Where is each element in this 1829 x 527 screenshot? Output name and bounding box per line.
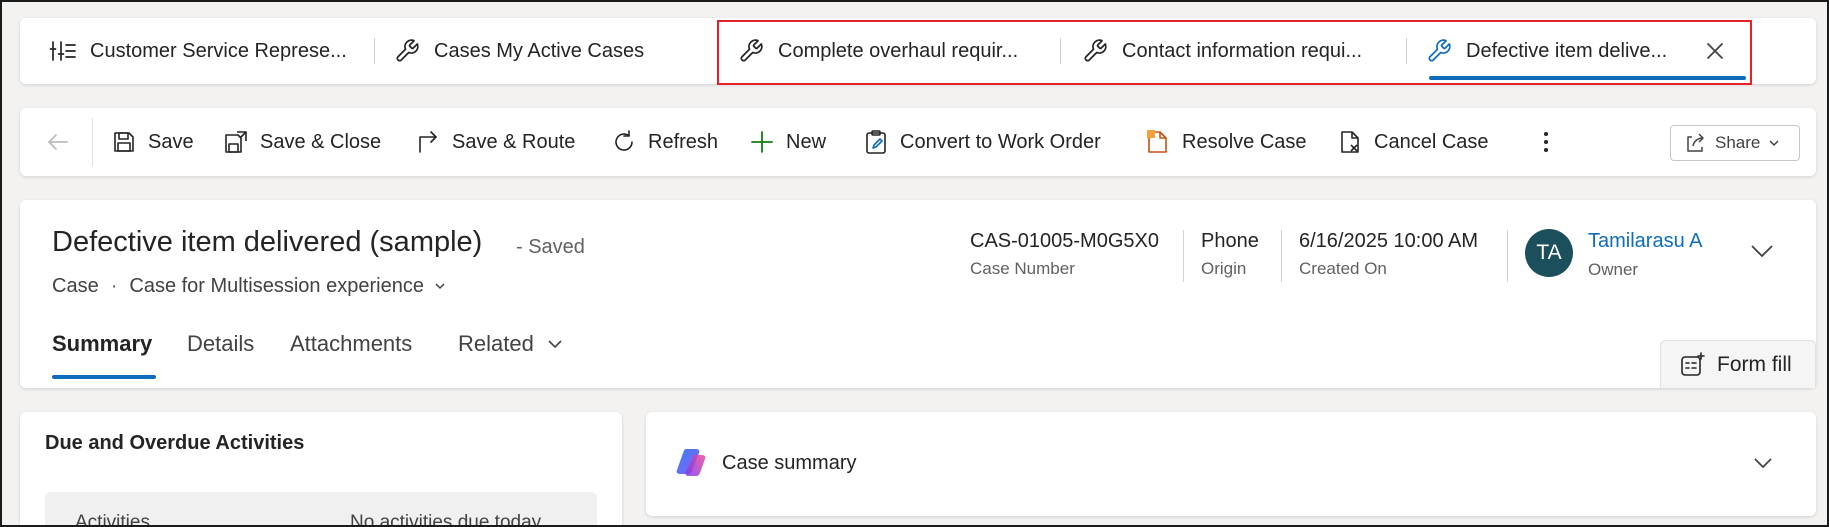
new-label: New <box>786 130 827 153</box>
save-status: - Saved <box>516 236 585 258</box>
origin-field: Phone Origin <box>1201 230 1259 278</box>
dashboard-icon <box>48 36 78 66</box>
wrench-icon <box>392 36 422 66</box>
save-close-label: Save & Close <box>260 130 382 153</box>
session-tab-contact-info[interactable]: Contact information requi... <box>1080 18 1362 84</box>
separator-dot: · <box>110 274 118 297</box>
resolve-case-button[interactable]: Resolve Case <box>1144 108 1307 176</box>
cancel-label: Cancel Case <box>1374 130 1489 153</box>
session-tab-label: Contact information requi... <box>1122 39 1363 62</box>
header-divider <box>1183 230 1184 282</box>
save-route-button[interactable]: Save & Route <box>414 108 575 176</box>
tab-related[interactable]: Related <box>458 326 566 362</box>
share-button[interactable]: Share <box>1670 125 1800 161</box>
panel-title: Due and Overdue Activities <box>45 432 305 454</box>
form-fill-label: Form fill <box>1717 352 1792 376</box>
resolve-label: Resolve Case <box>1182 130 1307 153</box>
session-tab-label: Customer Service Represe... <box>90 39 347 62</box>
chevron-down-icon[interactable] <box>1745 234 1779 268</box>
record-subtitle: Case · Case for Multisession experience <box>52 272 448 300</box>
form-selector[interactable]: Case for Multisession experience <box>129 275 424 298</box>
resolve-icon <box>1144 128 1172 156</box>
form-fill-button[interactable]: Form fill <box>1660 340 1816 388</box>
header-divider <box>1281 230 1282 282</box>
more-vertical-icon <box>1532 128 1560 156</box>
entity-name: Case <box>52 274 99 297</box>
chevron-down-icon[interactable] <box>432 278 448 294</box>
tab-summary[interactable]: Summary <box>52 326 152 362</box>
session-tab-defective-item[interactable]: Defective item delive... <box>1424 18 1667 84</box>
more-commands-button[interactable] <box>1532 108 1570 176</box>
chevron-down-icon[interactable] <box>1748 448 1778 478</box>
active-tab-indicator <box>1429 76 1746 80</box>
share-label: Share <box>1715 133 1761 152</box>
due-activities-panel: Due and Overdue Activities Activities No… <box>20 412 622 527</box>
save-label: Save <box>148 130 194 153</box>
route-icon <box>414 128 442 156</box>
copilot-icon <box>674 446 708 480</box>
tab-divider <box>1406 38 1407 64</box>
document-cancel-icon <box>1336 128 1364 156</box>
avatar: TA <box>1525 229 1573 277</box>
chevron-down-icon <box>1766 135 1782 151</box>
close-tab-icon[interactable] <box>1700 36 1730 66</box>
session-tab-dashboard[interactable]: Customer Service Represe... <box>48 18 347 84</box>
cancel-case-button[interactable]: Cancel Case <box>1336 108 1489 176</box>
command-divider <box>92 118 93 166</box>
wrench-icon <box>736 36 766 66</box>
clipboard-edit-icon <box>862 128 890 156</box>
case-number-field: CAS-01005-M0G5X0 Case Number <box>970 230 1159 278</box>
convert-label: Convert to Work Order <box>900 130 1101 153</box>
session-tab-label: Cases My Active Cases <box>434 39 645 62</box>
new-button[interactable]: New <box>748 108 826 176</box>
convert-work-order-button[interactable]: Convert to Work Order <box>862 108 1101 176</box>
save-button[interactable]: Save <box>110 108 194 176</box>
chevron-down-icon <box>544 333 566 355</box>
save-close-button[interactable]: Save & Close <box>222 108 381 176</box>
tab-divider <box>1060 38 1061 64</box>
record-header: Defective item delivered (sample) - Save… <box>20 200 1816 388</box>
form-fill-icon <box>1679 351 1707 379</box>
activities-row: Activities No activities due today <box>45 492 597 527</box>
header-divider <box>1507 230 1508 282</box>
plus-icon <box>748 128 776 156</box>
owner-label: Owner <box>1588 260 1639 279</box>
share-icon <box>1683 131 1707 155</box>
back-button[interactable] <box>44 108 82 176</box>
session-tab-label: Defective item delive... <box>1466 39 1668 62</box>
active-tab-indicator <box>52 375 156 379</box>
command-bar: Save Save & Close Save & Route Refresh N… <box>20 108 1816 176</box>
owner-link[interactable]: Tamilarasu A <box>1588 230 1703 253</box>
created-on-field: 6/16/2025 10:00 AM Created On <box>1299 230 1479 278</box>
session-tab-bar: Customer Service Represe... Cases My Act… <box>20 18 1816 84</box>
panel-title: Case summary <box>722 452 857 474</box>
activities-label: Activities <box>75 512 150 527</box>
tab-related-label: Related <box>458 331 534 356</box>
case-summary-panel[interactable]: Case summary <box>646 412 1816 516</box>
save-close-icon <box>222 128 250 156</box>
tab-attachments[interactable]: Attachments <box>290 326 412 362</box>
refresh-icon <box>610 128 638 156</box>
activities-value: No activities due today <box>350 512 542 527</box>
refresh-button[interactable]: Refresh <box>610 108 718 176</box>
record-title: Defective item delivered (sample) <box>52 226 483 258</box>
session-tab-active-cases[interactable]: Cases My Active Cases <box>392 18 644 84</box>
wrench-icon <box>1424 36 1454 66</box>
arrow-left-icon <box>44 128 72 156</box>
save-route-label: Save & Route <box>452 130 576 153</box>
wrench-icon <box>1080 36 1110 66</box>
session-tab-overhaul[interactable]: Complete overhaul requir... <box>736 18 1018 84</box>
tab-divider <box>374 38 375 64</box>
tab-details[interactable]: Details <box>187 326 254 362</box>
refresh-label: Refresh <box>648 130 719 153</box>
save-icon <box>110 128 138 156</box>
session-tab-label: Complete overhaul requir... <box>778 39 1019 62</box>
